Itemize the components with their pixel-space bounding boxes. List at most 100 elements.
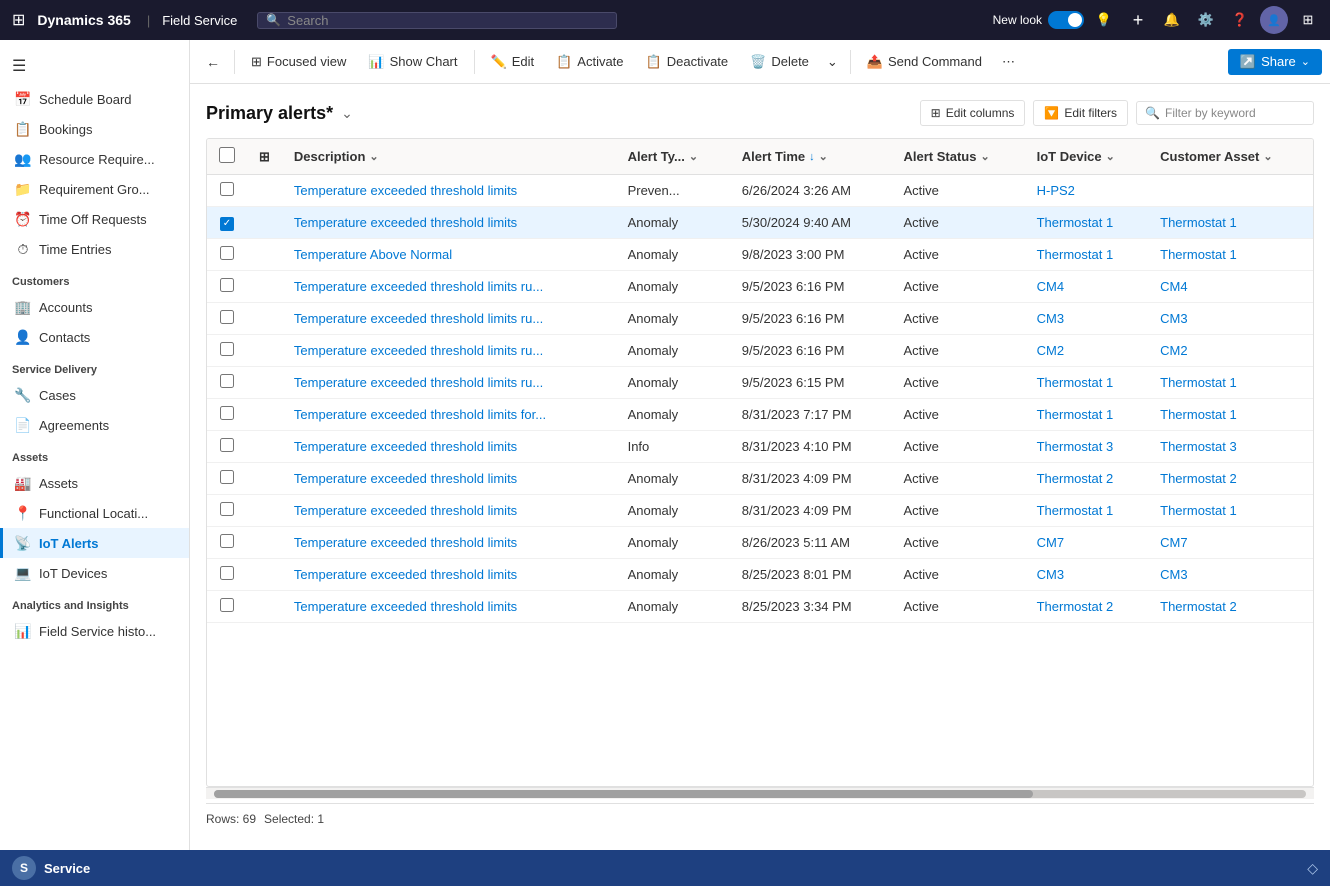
bottom-nav-service-icon[interactable]: S [12, 856, 36, 880]
share-button[interactable]: ↗️ Share ⌄ [1228, 49, 1322, 75]
hierarchy-col-header[interactable]: ⊞ [247, 139, 282, 175]
back-button[interactable]: ← [198, 49, 228, 75]
description-link[interactable]: Temperature exceeded threshold limits ru… [294, 343, 543, 358]
sidebar-item-functional-locations[interactable]: 📍 Functional Locati... [0, 498, 189, 528]
row-checkbox[interactable] [220, 470, 234, 484]
row-checkbox[interactable] [220, 502, 234, 516]
iot-device-link[interactable]: CM7 [1037, 535, 1064, 550]
description-link[interactable]: Temperature exceeded threshold limits ru… [294, 375, 543, 390]
overflow-button[interactable]: ⋯ [994, 49, 1023, 75]
sidebar-item-accounts[interactable]: 🏢 Accounts [0, 292, 189, 322]
user-avatar[interactable]: 👤 [1260, 6, 1288, 34]
row-checkbox-cell[interactable] [207, 175, 247, 207]
customer-asset-link[interactable]: Thermostat 1 [1160, 503, 1237, 518]
customer-asset-link[interactable]: CM3 [1160, 311, 1187, 326]
customer-asset-col-header[interactable]: Customer Asset ⌄ [1148, 139, 1313, 175]
delete-button[interactable]: 🗑️ Delete [740, 49, 819, 75]
iot-device-link[interactable]: CM4 [1037, 279, 1064, 294]
row-checkbox-cell[interactable] [207, 494, 247, 526]
description-link[interactable]: Temperature exceeded threshold limits ru… [294, 279, 543, 294]
iot-device-link[interactable]: Thermostat 1 [1037, 247, 1114, 262]
row-checkbox-cell[interactable] [207, 526, 247, 558]
horizontal-scrollbar[interactable] [206, 787, 1314, 799]
sidebar-item-time-entries[interactable]: ⏱ Time Entries [0, 234, 189, 264]
row-checkbox-cell[interactable] [207, 207, 247, 239]
row-checkbox-cell[interactable] [207, 430, 247, 462]
customer-asset-link[interactable]: CM3 [1160, 567, 1187, 582]
row-checkbox[interactable] [220, 310, 234, 324]
customer-asset-link[interactable]: Thermostat 2 [1160, 471, 1237, 486]
customer-asset-link[interactable]: Thermostat 1 [1160, 407, 1237, 422]
more-options-button[interactable]: ⌄ [821, 49, 844, 75]
deactivate-button[interactable]: 📋 Deactivate [636, 49, 739, 75]
row-checkbox-cell[interactable] [207, 238, 247, 270]
alert-status-col-header[interactable]: Alert Status ⌄ [892, 139, 1025, 175]
toggle-switch[interactable] [1048, 11, 1084, 29]
row-checkbox-cell[interactable] [207, 334, 247, 366]
edit-filters-button[interactable]: 🔽 Edit filters [1033, 100, 1128, 126]
edit-columns-button[interactable]: ⊞ Edit columns [920, 100, 1026, 126]
sidebar-item-time-off[interactable]: ⏰ Time Off Requests [0, 204, 189, 234]
description-link[interactable]: Temperature exceeded threshold limits [294, 183, 517, 198]
filter-keyword-input[interactable] [1165, 106, 1305, 120]
iot-device-link[interactable]: Thermostat 3 [1037, 439, 1114, 454]
customer-asset-link[interactable]: CM7 [1160, 535, 1187, 550]
description-link[interactable]: Temperature exceeded threshold limits [294, 599, 517, 614]
customer-asset-link[interactable]: Thermostat 2 [1160, 599, 1237, 614]
show-chart-button[interactable]: 📊 Show Chart [358, 49, 467, 75]
customer-asset-link[interactable]: Thermostat 1 [1160, 247, 1237, 262]
description-link[interactable]: Temperature exceeded threshold limits [294, 471, 517, 486]
sidebar-item-cases[interactable]: 🔧 Cases [0, 380, 189, 410]
iot-device-col-header[interactable]: IoT Device ⌄ [1025, 139, 1149, 175]
pin-icon[interactable]: ◇ [1307, 860, 1318, 877]
row-checkbox-cell[interactable] [207, 398, 247, 430]
sidebar-item-iot-alerts[interactable]: 📡 IoT Alerts [0, 528, 189, 558]
sidebar-item-iot-devices[interactable]: 💻 IoT Devices [0, 558, 189, 588]
lightbulb-icon[interactable]: 💡 [1090, 6, 1118, 34]
description-col-header[interactable]: Description ⌄ [282, 139, 616, 175]
scrollbar-track[interactable] [214, 790, 1306, 798]
sidebar-item-contacts[interactable]: 👤 Contacts [0, 322, 189, 352]
customer-asset-link[interactable]: CM2 [1160, 343, 1187, 358]
iot-device-link[interactable]: CM3 [1037, 567, 1064, 582]
description-link[interactable]: Temperature exceeded threshold limits [294, 439, 517, 454]
row-checkbox[interactable] [220, 342, 234, 356]
iot-device-link[interactable]: H-PS2 [1037, 183, 1075, 198]
filter-keyword-input-wrapper[interactable]: 🔍 [1136, 101, 1314, 125]
iot-device-link[interactable]: Thermostat 1 [1037, 503, 1114, 518]
focused-view-button[interactable]: ⊞ Focused view [241, 49, 356, 75]
help-icon[interactable]: ❓ [1226, 6, 1254, 34]
checked-checkbox[interactable] [220, 217, 234, 231]
row-checkbox-cell[interactable] [207, 366, 247, 398]
send-command-button[interactable]: 📤 Send Command [857, 49, 992, 75]
customer-asset-link[interactable]: Thermostat 1 [1160, 375, 1237, 390]
row-checkbox-cell[interactable] [207, 590, 247, 622]
description-link[interactable]: Temperature exceeded threshold limits fo… [294, 407, 546, 422]
sidebar-item-assets[interactable]: 🏭 Assets [0, 468, 189, 498]
sidebar-item-agreements[interactable]: 📄 Agreements [0, 410, 189, 440]
sidebar-item-bookings[interactable]: 📋 Bookings [0, 114, 189, 144]
description-link[interactable]: Temperature exceeded threshold limits [294, 215, 517, 230]
iot-device-link[interactable]: CM3 [1037, 311, 1064, 326]
row-checkbox[interactable] [220, 406, 234, 420]
description-link[interactable]: Temperature exceeded threshold limits [294, 503, 517, 518]
row-checkbox[interactable] [220, 534, 234, 548]
activate-button[interactable]: 📋 Activate [546, 49, 633, 75]
description-link[interactable]: Temperature Above Normal [294, 247, 452, 262]
row-checkbox[interactable] [220, 438, 234, 452]
row-checkbox[interactable] [220, 374, 234, 388]
search-bar[interactable]: 🔍 [257, 12, 617, 29]
row-checkbox-cell[interactable] [207, 302, 247, 334]
edit-button[interactable]: ✏️ Edit [481, 49, 545, 75]
description-link[interactable]: Temperature exceeded threshold limits [294, 535, 517, 550]
customer-asset-link[interactable]: CM4 [1160, 279, 1187, 294]
settings-icon[interactable]: ⚙️ [1192, 6, 1220, 34]
sidebar-item-requirement-group[interactable]: 📁 Requirement Gro... [0, 174, 189, 204]
iot-device-link[interactable]: Thermostat 2 [1037, 471, 1114, 486]
plus-icon[interactable]: + [1124, 6, 1152, 34]
row-checkbox-cell[interactable] [207, 558, 247, 590]
alert-time-col-header[interactable]: Alert Time ↓ ⌄ [730, 139, 892, 175]
bell-icon[interactable]: 🔔 [1158, 6, 1186, 34]
sidebar-toggle[interactable]: ☰ [0, 48, 189, 84]
iot-device-link[interactable]: Thermostat 1 [1037, 375, 1114, 390]
